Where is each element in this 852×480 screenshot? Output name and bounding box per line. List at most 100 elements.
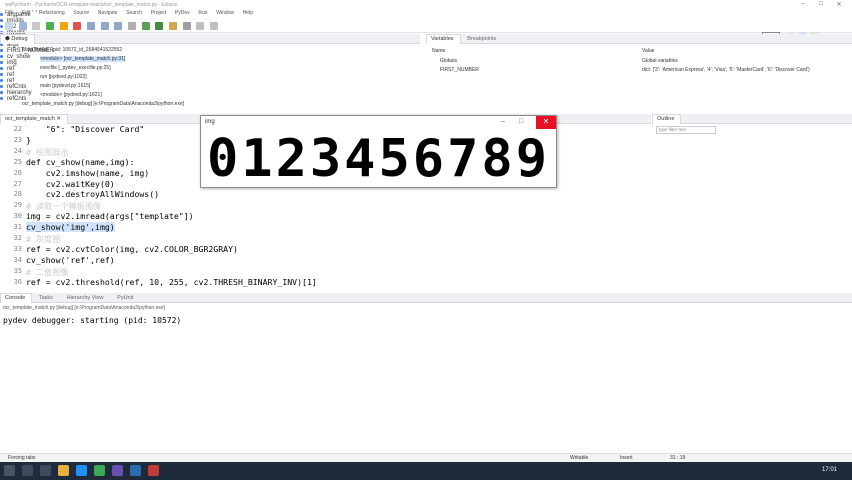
code-line[interactable]: ref = cv2.cvtColor(img, cv2.COLOR_BGR2GR… [26,244,238,254]
status-forcing-tabs: Forcing tabs [8,455,36,461]
code-line[interactable]: cv2.destroyAllWindows() [26,189,159,199]
status-writable: Writable [570,455,589,461]
menu-help[interactable]: Help [243,10,253,16]
col-name: Name [432,48,446,54]
chrome-icon[interactable] [94,465,105,476]
menu-run[interactable]: Run [198,10,207,16]
tab-outline[interactable]: Outline [652,114,682,124]
image-window[interactable]: img – □ ✕ 0123456789 [200,115,557,189]
process-row[interactable]: ocr_template_match.py [debug] [e:\Progra… [22,101,184,107]
suspend-icon[interactable] [59,22,68,30]
task-view-icon[interactable] [40,465,51,476]
menu-window[interactable]: Window [216,10,234,16]
tab-editor[interactable]: ocr_template_match ✕ [0,114,68,124]
line-number: 27 [13,179,22,188]
line-number: 30 [13,212,22,221]
tab-breakpoints[interactable]: Breakpoints [462,34,503,44]
stack-frame-selected[interactable]: <module> [ocr_template_match.py:31] [40,56,126,62]
menu-pydev[interactable]: PyDev [175,10,190,16]
windows-start-icon[interactable] [4,465,15,476]
python-icon[interactable] [130,465,141,476]
tab-pyunit[interactable]: PyUnit [112,293,140,303]
tab-console[interactable]: Console [0,293,33,303]
code-line[interactable]: cv2.waitKey(0) [26,179,115,189]
status-insert: Insert [620,455,633,461]
variables-panel: Variables Breakpoints Name Value Globals… [426,34,852,112]
code-line[interactable]: cv_show('img',img) [26,222,115,233]
line-number: 33 [13,244,22,253]
image-close-button[interactable]: ✕ [536,116,556,129]
line-number: 34 [13,255,22,264]
print-icon[interactable] [32,22,41,30]
line-number: 36 [13,277,22,286]
terminate-icon[interactable] [73,22,82,30]
code-line[interactable]: ref = cv2.threshold(ref, 10, 255, cv2.TH… [26,277,317,287]
thread-row[interactable]: MainThread - pid: 10572_id_2684541522552 [22,47,122,53]
save-icon[interactable] [18,22,27,30]
stack-frame[interactable]: run [pydevd.py:1022] [40,74,87,80]
image-minimize-button[interactable]: – [501,118,505,125]
minimize-button[interactable]: – [796,1,810,9]
col-value: Value [642,48,655,54]
image-window-titlebar[interactable]: img – □ [201,116,556,129]
taskbar: 17:01 [0,462,852,480]
outline-filter-input[interactable]: type filter text [656,126,716,134]
debug-icon[interactable] [141,22,150,30]
tab-editor-label: ocr_template_match [5,116,55,122]
step-over-icon[interactable] [100,22,109,30]
search-taskbar-icon[interactable] [22,465,33,476]
step-return-icon[interactable] [114,22,123,30]
new-icon[interactable] [5,22,13,30]
code-line[interactable]: cv2.imshow(name, img) [26,168,150,178]
tab-variables[interactable]: Variables [426,34,461,44]
image-maximize-button[interactable]: □ [519,118,523,125]
close-button[interactable]: ✕ [832,1,846,9]
stack-frame[interactable]: main [pydevd.py:1615] [40,83,90,89]
browser-icon[interactable] [76,465,87,476]
menu-refactoring[interactable]: Refactoring [39,10,65,16]
console-panel: Console Tasks Hierarchy View PyUnit ocr_… [0,293,852,453]
app-icon[interactable] [148,465,159,476]
menu-project[interactable]: Project [151,10,167,16]
code-line[interactable]: } [26,135,31,145]
variable-value: dict: {'3': 'American Express', '4': 'Vi… [642,67,810,73]
title-bar: wsPycharm - Pycharm/OCR-template-match/o… [0,0,852,10]
tab-hierarchy-view[interactable]: Hierarchy View [62,293,111,303]
menu-file[interactable]: File [5,10,13,16]
code-line[interactable]: img = cv2.imread(args["template"]) [26,211,194,221]
line-number: 22 [13,125,22,133]
menu-navigate[interactable]: Navigate [98,10,118,16]
search-icon[interactable] [182,22,191,30]
tab-debug[interactable]: ⬢ Debug [0,34,35,44]
settings-icon[interactable] [128,22,137,30]
digits-text: 0123456789 [206,128,551,189]
maximize-button[interactable]: □ [814,1,828,9]
code-line[interactable]: def cv_show(name,img): [26,157,134,167]
back-icon[interactable] [196,22,205,30]
variable-value: Global variables [642,58,678,64]
stack-frame[interactable]: execfile [_pydev_execfile.py:25] [40,65,111,71]
forward-icon[interactable] [210,22,219,30]
console-output: pydev debugger: starting (pid: 10572) [3,316,182,325]
run-icon[interactable] [155,22,164,30]
image-window-title: img [205,119,215,125]
step-into-icon[interactable] [87,22,96,30]
code-line[interactable]: cv_show('ref',ref) [26,255,115,265]
outline-panel: Outline type filter text [652,114,852,291]
tab-tasks[interactable]: Tasks [34,293,60,303]
line-number: 24 [13,146,22,155]
file-explorer-icon[interactable] [58,465,69,476]
menu-source[interactable]: Source [73,10,89,16]
code-line[interactable]: "6": "Discover Card" [26,124,145,134]
window-title: wsPycharm - Pycharm/OCR-template-match/o… [5,2,178,8]
open-folder-icon[interactable] [169,22,178,30]
menu-search[interactable]: Search [126,10,142,16]
stack-frame[interactable]: <module> [pydevd.py:1621] [40,92,102,98]
line-number: 31 [13,223,22,232]
menu-edit[interactable]: Edit [22,10,31,16]
resume-icon[interactable] [46,22,55,30]
variable-name: FIRST_NUMBER [440,67,479,73]
line-number: 25 [13,157,22,166]
eclipse-icon[interactable] [112,465,123,476]
line-number: 32 [13,234,22,242]
